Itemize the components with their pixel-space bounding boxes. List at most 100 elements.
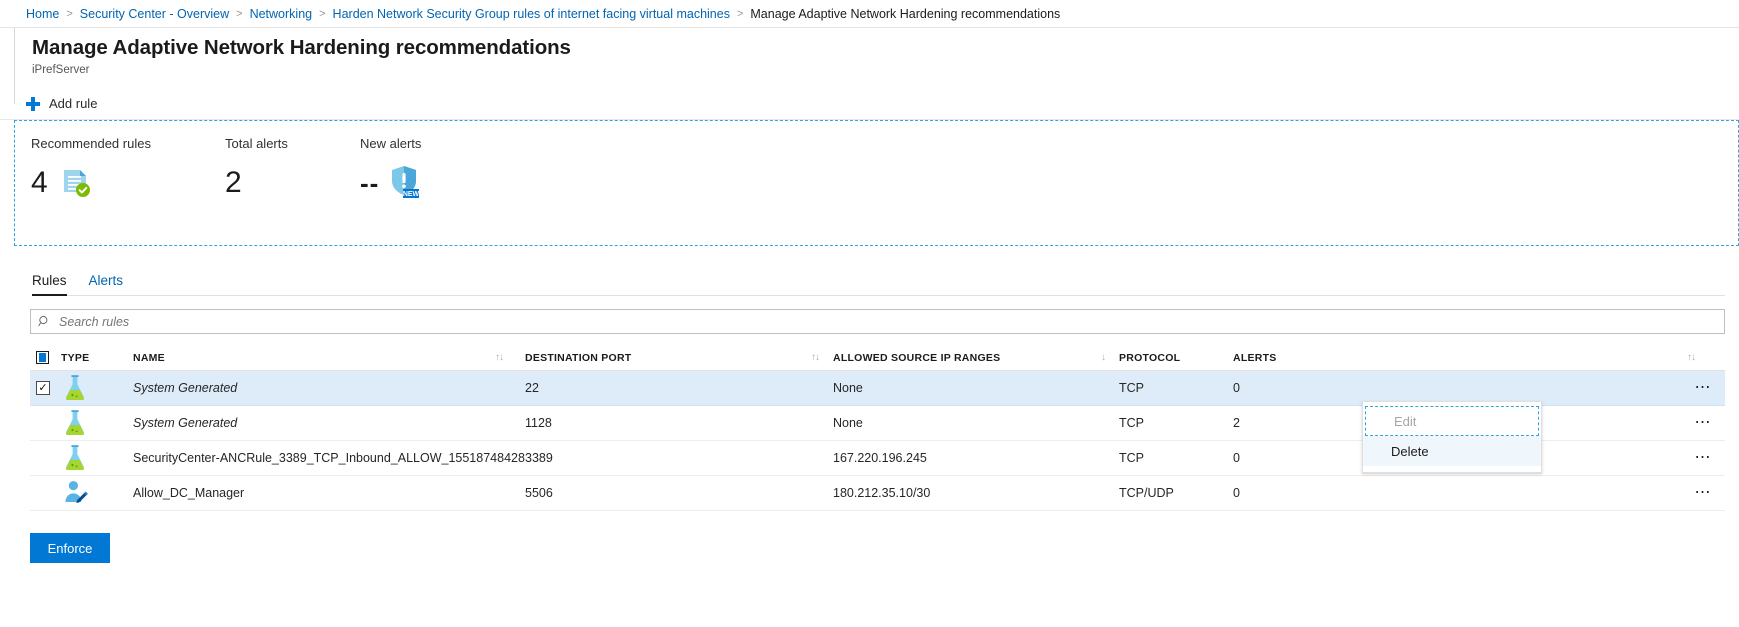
select-all-cell bbox=[30, 351, 61, 364]
column-header-label: ALLOWED SOURCE IP RANGES bbox=[833, 351, 1001, 364]
row-alerts: 0 bbox=[1233, 381, 1240, 395]
row-protocol: TCP bbox=[1119, 451, 1144, 465]
footer: Enforce bbox=[30, 533, 1739, 563]
tab-alerts[interactable]: Alerts bbox=[89, 273, 124, 295]
row-type-cell bbox=[61, 373, 133, 404]
sort-updown-icon[interactable]: ↑↓ bbox=[1687, 352, 1696, 363]
page-subtitle: iPrefServer bbox=[32, 64, 90, 76]
enforce-button[interactable]: Enforce bbox=[30, 533, 110, 563]
column-header-label: ALERTS bbox=[1233, 351, 1277, 364]
ellipsis-icon[interactable]: ⋯ bbox=[1692, 380, 1716, 396]
row-actions-cell: ⋯ bbox=[1425, 380, 1725, 396]
ellipsis-icon[interactable]: ⋯ bbox=[1692, 485, 1716, 501]
row-allowed-source-ip-ranges: None bbox=[833, 416, 863, 430]
table-row[interactable]: Allow_DC_Manager 5506 180.212.35.10/30 T… bbox=[30, 476, 1725, 511]
plus-icon bbox=[26, 96, 40, 111]
row-select-cell bbox=[30, 451, 61, 465]
breadcrumb-item-home[interactable]: Home bbox=[26, 7, 59, 21]
stat-body: 2 bbox=[225, 162, 360, 204]
add-rule-button[interactable]: Add rule bbox=[26, 94, 103, 113]
search-input[interactable] bbox=[57, 310, 1724, 333]
search-icon bbox=[38, 315, 51, 328]
column-header-alerts[interactable]: ALERTS bbox=[1233, 352, 1425, 364]
row-destination-port: 22 bbox=[525, 381, 539, 395]
add-rule-label: Add rule bbox=[49, 96, 98, 111]
search-row bbox=[30, 309, 1725, 334]
stat-body: 4 bbox=[31, 162, 225, 204]
breadcrumb-separator: > bbox=[736, 7, 744, 20]
column-header-label: NAME bbox=[133, 351, 165, 364]
row-name: System Generated bbox=[133, 381, 238, 395]
row-destination-port: 1128 bbox=[525, 416, 552, 430]
table-header-row: TYPE NAME ↑↓ DESTINATION PORT ↑↓ ALLOWED… bbox=[30, 345, 1725, 371]
row-context-menu: Edit Delete bbox=[1362, 401, 1542, 473]
column-header-allowed-source-ip-ranges[interactable]: ALLOWED SOURCE IP RANGES ↓ bbox=[833, 352, 1119, 364]
stat-label: New alerts bbox=[360, 136, 422, 151]
stat-recommended-rules: Recommended rules 4 bbox=[31, 135, 225, 245]
select-all-checkbox[interactable] bbox=[36, 351, 49, 364]
sort-updown-icon[interactable]: ↑↓ bbox=[495, 352, 504, 363]
row-checkbox[interactable]: ✓ bbox=[36, 381, 50, 395]
page-title: Manage Adaptive Network Hardening recomm… bbox=[32, 36, 571, 59]
blade-left-rule bbox=[14, 28, 15, 104]
row-checkbox[interactable] bbox=[36, 416, 50, 430]
column-header-name[interactable]: NAME ↑↓ bbox=[133, 352, 525, 364]
row-actions-cell: ⋯ bbox=[1425, 485, 1725, 501]
row-type-cell bbox=[61, 408, 133, 439]
row-destination-port: 5506 bbox=[525, 486, 553, 500]
breadcrumb-separator: > bbox=[66, 7, 73, 20]
breadcrumb-item-harden-nsg-rules[interactable]: Harden Network Security Group rules of i… bbox=[333, 7, 730, 21]
command-bar: Add rule bbox=[0, 88, 1739, 120]
breadcrumb-item-security-center-overview[interactable]: Security Center - Overview bbox=[80, 7, 229, 21]
row-select-cell bbox=[30, 486, 61, 500]
stat-body: -- NEW bbox=[360, 162, 520, 204]
title-block: Manage Adaptive Network Hardening recomm… bbox=[0, 28, 1739, 77]
row-allowed-source-ip-ranges: 167.220.196.245 bbox=[833, 451, 927, 465]
row-allowed-source-ip-ranges: None bbox=[833, 381, 863, 395]
ellipsis-icon[interactable]: ⋯ bbox=[1692, 415, 1716, 431]
row-select-cell bbox=[30, 416, 61, 430]
stat-value: 4 bbox=[31, 166, 48, 199]
flask-icon bbox=[61, 443, 89, 474]
tab-rules[interactable]: Rules bbox=[32, 273, 67, 296]
rules-document-icon bbox=[57, 163, 93, 204]
svg-text:NEW: NEW bbox=[403, 191, 420, 198]
row-checkbox[interactable] bbox=[36, 486, 50, 500]
breadcrumb-separator: > bbox=[236, 7, 243, 20]
flask-icon bbox=[61, 408, 89, 439]
tab-list: Rules Alerts bbox=[32, 268, 1725, 296]
stat-value: -- bbox=[360, 168, 380, 198]
context-menu-item-delete[interactable]: Delete bbox=[1363, 436, 1541, 466]
row-type-cell bbox=[61, 443, 133, 474]
row-checkbox[interactable] bbox=[36, 451, 50, 465]
row-protocol: TCP/UDP bbox=[1119, 486, 1174, 500]
column-header-destination-port[interactable]: DESTINATION PORT ↑↓ bbox=[525, 352, 833, 364]
breadcrumb-item-networking[interactable]: Networking bbox=[250, 7, 313, 21]
sort-down-icon[interactable]: ↓ bbox=[1101, 352, 1106, 363]
column-header-type: TYPE bbox=[61, 351, 90, 364]
flask-icon bbox=[61, 373, 89, 404]
column-header-protocol: PROTOCOL bbox=[1119, 351, 1181, 364]
context-menu-item-edit[interactable]: Edit bbox=[1365, 406, 1539, 436]
user-edit-icon bbox=[61, 478, 89, 509]
search-box[interactable] bbox=[30, 309, 1725, 334]
stat-new-alerts: New alerts -- NEW bbox=[360, 135, 520, 245]
summary-stats-panel: Recommended rules 4 Total alerts 2 New a… bbox=[14, 120, 1739, 246]
stat-label: Recommended rules bbox=[31, 136, 151, 151]
column-header-actions: ↑↓ bbox=[1425, 352, 1725, 363]
new-alert-shield-icon: NEW bbox=[388, 164, 420, 203]
row-allowed-source-ip-ranges: 180.212.35.10/30 bbox=[833, 486, 931, 500]
column-header-label: DESTINATION PORT bbox=[525, 351, 632, 364]
breadcrumb-item-current: Manage Adaptive Network Hardening recomm… bbox=[750, 6, 1061, 21]
row-name: SecurityCenter-ANCRule_3389_TCP_Inbound_… bbox=[133, 451, 525, 465]
stat-value: 2 bbox=[225, 166, 242, 199]
stat-total-alerts: Total alerts 2 bbox=[225, 135, 360, 245]
row-protocol: TCP bbox=[1119, 381, 1144, 395]
row-select-cell: ✓ bbox=[30, 381, 61, 395]
breadcrumb-separator: > bbox=[319, 7, 326, 20]
breadcrumb: Home > Security Center - Overview > Netw… bbox=[0, 0, 1739, 28]
stat-label: Total alerts bbox=[225, 136, 288, 151]
sort-updown-icon[interactable]: ↑↓ bbox=[811, 352, 820, 363]
row-type-cell bbox=[61, 478, 133, 509]
ellipsis-icon[interactable]: ⋯ bbox=[1692, 450, 1716, 466]
